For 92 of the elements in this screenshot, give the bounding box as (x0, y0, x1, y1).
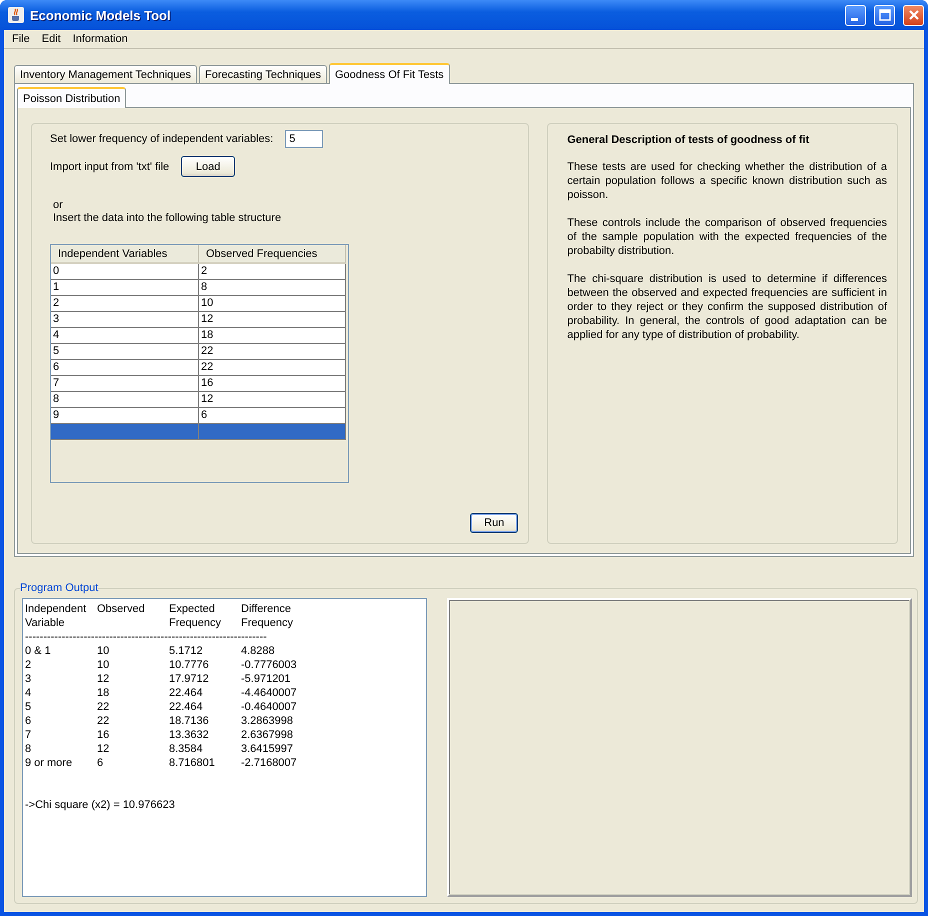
tab[interactable]: Forecasting Techniques (199, 65, 327, 83)
output-value: 8 (25, 742, 32, 756)
menu-item[interactable]: File (6, 33, 36, 45)
output-value: 13.3632 (169, 728, 210, 742)
table-cell[interactable]: 6 (199, 408, 346, 424)
output-value: 3.2863998 (241, 714, 294, 728)
output-value: -0.7776003 (241, 658, 298, 672)
table-cell[interactable]: 10 (199, 296, 346, 312)
description-title: General Description of tests of goodness of fit (567, 134, 810, 146)
frequency-field[interactable]: 5 (285, 130, 324, 148)
table-cell[interactable]: 18 (199, 328, 346, 344)
window-title: Economic Models Tool (30, 8, 172, 22)
output-value: 17.9712 (169, 672, 210, 686)
output-value: 2.6367998 (241, 728, 294, 742)
table-cell[interactable]: 4 (51, 328, 199, 344)
column-header[interactable]: Independent Variables (51, 245, 199, 264)
maximize-icon (878, 9, 890, 21)
close-button[interactable] (903, 4, 924, 26)
output-value: -5.971201 (241, 672, 292, 686)
table-cell[interactable]: 12 (199, 392, 346, 408)
minimize-icon (850, 18, 858, 20)
output-value: 0 & 1 (25, 644, 52, 658)
or-text: or (53, 199, 64, 211)
output-header: Difference Frequency (241, 602, 294, 630)
table-cell[interactable]: 5 (51, 344, 199, 360)
output-value: 2 (25, 658, 32, 672)
close-icon (908, 9, 920, 21)
output-value: 4.8288 (241, 644, 276, 658)
table-cell[interactable]: 7 (51, 376, 199, 392)
table-cell[interactable]: 3 (51, 312, 199, 328)
output-value: 22 (97, 700, 110, 714)
menu-item[interactable]: Information (66, 33, 134, 45)
java-cup-icon (8, 7, 24, 23)
table-cell[interactable]: 6 (51, 360, 199, 376)
output-value: -4.4640007 (241, 686, 298, 700)
output-value: 22.464 (169, 700, 204, 714)
description-paragraph: These controls include the comparison of observed frequencies of the sample population with the expected frequencies of the probabilty distribution. (567, 216, 887, 258)
column-header[interactable]: Observed Frequencies (199, 245, 346, 264)
tab[interactable]: Goodness Of Fit Tests (329, 63, 450, 84)
description-paragraph: These tests are used for checking whether the distribution of a certain population follows a specific known distribution such as poisson. (567, 160, 887, 202)
output-value: 10.7776 (169, 658, 210, 672)
import-label: Import input from 'txt' file (50, 160, 170, 172)
run-button[interactable]: Run (470, 513, 518, 533)
tab[interactable]: Inventory Management Techniques (14, 65, 198, 83)
output-value: 6 (97, 756, 104, 770)
table-cell[interactable]: 2 (51, 296, 199, 312)
output-value: 9 or more (25, 756, 74, 770)
output-value: 16 (97, 728, 110, 742)
tab[interactable]: Poisson Distribution (17, 87, 126, 108)
table-cell[interactable]: 1 (51, 280, 199, 296)
output-value: 3 (25, 672, 32, 686)
output-value: 10 (97, 658, 110, 672)
table-cell[interactable]: 8 (51, 392, 199, 408)
minimize-button[interactable] (845, 4, 866, 26)
output-value: 12 (97, 742, 110, 756)
menu-item[interactable]: Edit (36, 33, 67, 45)
output-value: 7 (25, 728, 32, 742)
output-value: 5.1712 (169, 644, 204, 658)
output-value: -0.4640007 (241, 700, 298, 714)
output-value: 4 (25, 686, 32, 700)
chi-square-result: ->Chi square (x2) = 10.976623 (25, 798, 176, 812)
table-cell[interactable]: 8 (199, 280, 346, 296)
table-cell[interactable]: 16 (199, 376, 346, 392)
output-value: 8.716801 (169, 756, 216, 770)
table-cell[interactable]: 22 (199, 344, 346, 360)
output-header: Expected Frequency (169, 602, 222, 630)
table-cell[interactable]: 22 (199, 360, 346, 376)
output-header: Observed (97, 602, 146, 617)
output-text-area[interactable] (22, 598, 427, 897)
output-value: 12 (97, 672, 110, 686)
output-value: 3.6415997 (241, 742, 294, 756)
output-value: 22.464 (169, 686, 204, 700)
table-cell[interactable]: 2 (199, 264, 346, 280)
output-title: Program Output (20, 582, 98, 594)
instruction-text: Insert the data into the following table structure (53, 212, 282, 224)
frequency-label: Set lower frequency of independent variables: (50, 133, 274, 145)
maximize-button[interactable] (874, 4, 895, 26)
output-value: 10 (97, 644, 110, 658)
output-value: 18 (97, 686, 110, 700)
table-cell[interactable]: 12 (199, 312, 346, 328)
load-button[interactable]: Load (181, 156, 236, 177)
output-value: 8.3584 (169, 742, 204, 756)
table-cell[interactable]: 9 (51, 408, 199, 424)
output-value: -2.7168007 (241, 756, 298, 770)
description-paragraph: The chi-square distribution is used to determine if differences between the observed and expected frequencies are sufficient in order to they reject or they confirm the supposed distribution of probability. In general, the controls of good adaptation can be applied for any type of distribution of probability. (567, 272, 887, 342)
separator-text: ------------------------------------------------------------------ (25, 630, 268, 644)
output-value: 22 (97, 714, 110, 728)
output-value: 5 (25, 700, 32, 714)
output-header: Independent Variable (25, 602, 88, 630)
output-value: 18.7136 (169, 714, 210, 728)
table-cell[interactable]: 0 (51, 264, 199, 280)
output-value: 6 (25, 714, 32, 728)
